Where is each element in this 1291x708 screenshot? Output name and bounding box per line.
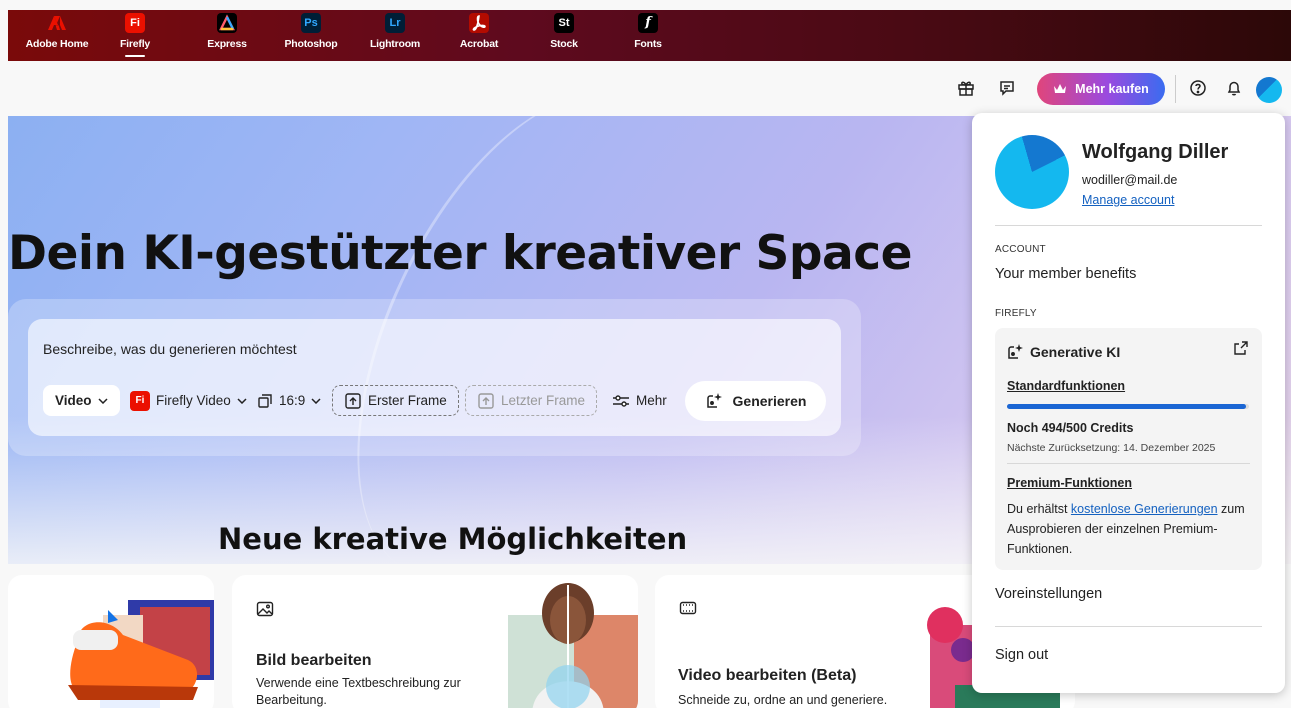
- avatar[interactable]: [1256, 77, 1282, 103]
- buy-more-button[interactable]: Mehr kaufen: [1037, 73, 1165, 105]
- chevron-down-icon: [237, 397, 247, 404]
- premium-features-link[interactable]: Premium-Funktionen: [1007, 476, 1132, 490]
- generate-sparkle-icon: [706, 393, 722, 408]
- media-type-label: Video: [55, 393, 92, 408]
- aspect-ratio-label: 16:9: [279, 393, 306, 408]
- generative-ai-label: Generative KI: [1030, 344, 1121, 360]
- firefly-model-icon: Fi: [130, 390, 150, 411]
- bell-icon[interactable]: [1223, 77, 1245, 99]
- card-description: Verwende eine Textbeschreibung zur Bearb…: [256, 676, 461, 707]
- app-fonts[interactable]: f Fonts: [609, 13, 687, 50]
- first-frame-label: Erster Frame: [368, 393, 447, 408]
- app-label: Lightroom: [369, 38, 421, 50]
- app-express[interactable]: Express: [188, 13, 266, 50]
- sign-out-item[interactable]: Sign out: [995, 647, 1048, 663]
- premium-description: Du erhältst kostenlose Generierungen zum…: [1007, 499, 1257, 559]
- acrobat-app-icon: [469, 13, 489, 33]
- app-label: Fonts: [634, 38, 662, 50]
- upload-icon: [345, 392, 361, 409]
- card-image-gen[interactable]: [8, 575, 214, 708]
- app-acrobat[interactable]: Acrobat: [440, 13, 518, 50]
- more-settings-button[interactable]: Mehr: [612, 385, 667, 416]
- upload-icon: [478, 392, 494, 409]
- credits-remaining: Noch 494/500 Credits: [1007, 421, 1134, 435]
- preferences-item[interactable]: Voreinstellungen: [995, 586, 1102, 602]
- chevron-down-icon: [311, 397, 321, 404]
- model-dropdown[interactable]: Fi Firefly Video: [130, 385, 247, 416]
- profile-avatar: [995, 135, 1069, 209]
- card-edit-image[interactable]: Bild bearbeiten Verwende eine Textbeschr…: [232, 575, 638, 708]
- toolbar-divider: [1175, 75, 1176, 103]
- app-label: Firefly: [119, 38, 151, 50]
- member-benefits-item[interactable]: Your member benefits: [995, 266, 1136, 282]
- first-frame-button[interactable]: Erster Frame: [332, 385, 459, 416]
- firefly-heading: FIREFLY: [995, 308, 1037, 319]
- generative-ai-icon: [1008, 344, 1023, 359]
- divider: [995, 626, 1262, 627]
- buy-more-label: Mehr kaufen: [1075, 82, 1149, 96]
- card-title: Video bearbeiten (Beta): [678, 667, 857, 684]
- profile-name: Wolfgang Diller: [1082, 141, 1229, 163]
- fonts-app-icon: f: [638, 13, 658, 33]
- sliders-icon: [613, 394, 629, 407]
- help-icon[interactable]: [1187, 77, 1209, 99]
- prompt-input[interactable]: Beschreibe, was du generieren möchtest: [43, 341, 297, 357]
- film-icon: [679, 601, 697, 615]
- app-label: Stock: [550, 38, 578, 50]
- app-lightroom[interactable]: Lr Lightroom: [356, 13, 434, 50]
- generative-ai-title: Generative KI: [1006, 343, 1120, 361]
- generate-label: Generieren: [732, 393, 807, 409]
- app-photoshop[interactable]: Ps Photoshop: [272, 13, 350, 50]
- premium-desc-text: Du erhältst: [1007, 502, 1071, 516]
- aspect-ratio-icon: [258, 393, 272, 408]
- account-heading: ACCOUNT: [995, 244, 1046, 255]
- portrait-image: [508, 583, 638, 708]
- media-type-dropdown[interactable]: Video: [43, 385, 120, 416]
- credits-reset-date: Nächste Zurücksetzung: 14. Dezember 2025: [1007, 442, 1216, 454]
- generate-button[interactable]: Generieren: [685, 381, 826, 421]
- last-frame-button[interactable]: Letzter Frame: [465, 385, 598, 416]
- profile-menu: Wolfgang Diller wodiller@mail.de Manage …: [972, 113, 1285, 693]
- app-label: Adobe Home: [25, 38, 89, 50]
- credits-progress-fill: [1007, 404, 1247, 409]
- app-firefly[interactable]: Fi Firefly: [96, 13, 174, 57]
- card-description: Schneide zu, ordne an und generiere.: [678, 693, 888, 707]
- model-label: Firefly Video: [156, 393, 231, 408]
- more-settings-label: Mehr: [636, 393, 667, 408]
- photoshop-app-icon: Ps: [301, 13, 321, 33]
- top-toolbar: Mehr kaufen: [0, 61, 1291, 116]
- page: Adobe Home Fi Firefly Express Ps Photosh…: [0, 0, 1291, 708]
- section-title: Neue kreative Möglichkeiten: [218, 522, 688, 556]
- manage-account-link[interactable]: Manage account: [1082, 193, 1174, 207]
- app-switcher-bar: Adobe Home Fi Firefly Express Ps Photosh…: [8, 10, 1291, 61]
- app-label: Photoshop: [284, 38, 338, 50]
- hero-title: Dein KI-gestützter kreativer Space: [8, 226, 912, 281]
- app-label: Acrobat: [459, 38, 499, 50]
- lightroom-app-icon: Lr: [385, 13, 405, 33]
- credits-progress-bar: [1007, 404, 1249, 409]
- chevron-down-icon: [97, 397, 108, 404]
- sneaker-collage-image: [68, 600, 214, 708]
- app-stock[interactable]: St Stock: [525, 13, 603, 50]
- crown-icon: [1054, 84, 1067, 93]
- free-generations-link[interactable]: kostenlose Generierungen: [1071, 502, 1218, 516]
- adobe-logo-icon: [47, 13, 67, 33]
- express-app-icon: [217, 13, 237, 33]
- app-label: Express: [207, 38, 247, 50]
- aspect-ratio-dropdown[interactable]: 16:9: [257, 385, 321, 416]
- stock-app-icon: St: [554, 13, 574, 33]
- profile-email: wodiller@mail.de: [1082, 173, 1178, 187]
- image-icon: [256, 601, 274, 617]
- standard-features-link[interactable]: Standardfunktionen: [1007, 379, 1125, 393]
- feedback-icon[interactable]: [996, 77, 1018, 99]
- divider: [995, 225, 1262, 226]
- last-frame-label: Letzter Frame: [501, 393, 586, 408]
- divider: [1007, 463, 1250, 464]
- external-link-icon[interactable]: [1233, 340, 1249, 356]
- app-adobe-home[interactable]: Adobe Home: [18, 13, 96, 50]
- card-title: Bild bearbeiten: [256, 652, 372, 669]
- firefly-app-icon: Fi: [125, 13, 145, 33]
- gift-icon[interactable]: [955, 77, 977, 99]
